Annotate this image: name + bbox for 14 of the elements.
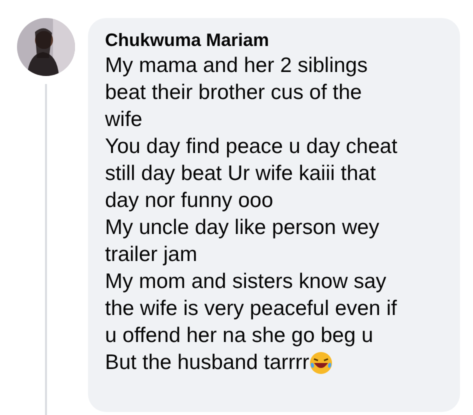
comment-text-line: beat their brother cus of the: [105, 80, 362, 106]
author-name[interactable]: Chukwuma Mariam: [105, 28, 460, 52]
comment-text-line: u offend her na she go beg u: [105, 323, 374, 349]
comment-text-line: My uncle day like person wey: [105, 215, 380, 241]
comment-text-line: My mom and sisters know say: [105, 269, 386, 295]
comment-text-line: still day beat Ur wife kaiii that: [105, 161, 376, 187]
comment-text-line: day nor funny ooo: [105, 188, 274, 214]
comment-text-line: wife: [105, 107, 142, 133]
comment-text-line: My mama and her 2 siblings: [105, 53, 368, 79]
comment-text-line: trailer jam: [105, 242, 198, 268]
comment-text-line: But the husband tarrrr: [105, 350, 310, 376]
laughing-emoji-icon: [309, 350, 334, 374]
comment-text-line: You day find peace u day cheat: [105, 134, 398, 160]
comment-text-line: the wife is very peaceful even if: [105, 296, 397, 322]
